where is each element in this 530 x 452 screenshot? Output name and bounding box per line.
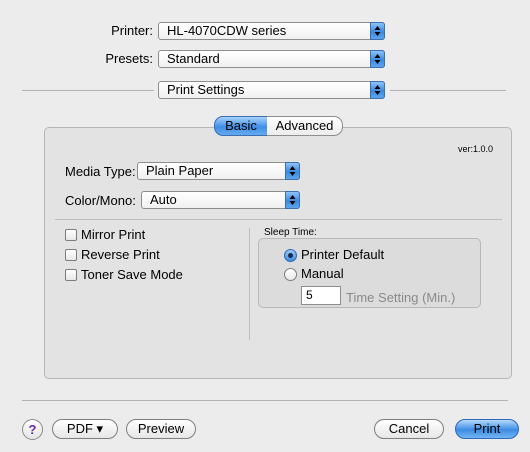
- mirror-print-checkbox[interactable]: [65, 229, 77, 241]
- tab-basic[interactable]: Basic: [214, 116, 268, 136]
- toner-save-checkbox[interactable]: [65, 269, 77, 281]
- print-button[interactable]: Print: [455, 419, 519, 439]
- presets-value: Standard: [167, 51, 220, 66]
- popup-arrows-icon: [370, 81, 385, 99]
- mirror-print-label: Mirror Print: [81, 227, 146, 242]
- separator-left: [22, 90, 154, 91]
- toner-save-label: Toner Save Mode: [81, 267, 183, 282]
- reverse-print-label: Reverse Print: [81, 247, 160, 262]
- printer-value: HL-4070CDW series: [167, 23, 287, 38]
- color-mono-label: Color/Mono:: [65, 193, 136, 208]
- popup-arrows-icon: [370, 22, 385, 40]
- color-mono-popup[interactable]: Auto: [141, 191, 300, 209]
- time-setting-label: Time Setting (Min.): [346, 290, 456, 305]
- presets-popup[interactable]: Standard: [158, 50, 385, 68]
- media-type-value: Plain Paper: [146, 163, 214, 178]
- time-setting-input[interactable]: 5: [301, 286, 341, 305]
- reverse-print-checkbox[interactable]: [65, 249, 77, 261]
- version-label: ver:1.0.0: [458, 144, 494, 154]
- presets-label: Presets:: [105, 51, 153, 66]
- tab-advanced[interactable]: Advanced: [267, 116, 343, 136]
- media-type-popup[interactable]: Plain Paper: [137, 162, 300, 180]
- help-button[interactable]: ?: [22, 419, 43, 440]
- printer-default-label: Printer Default: [301, 247, 385, 262]
- popup-arrows-icon: [370, 50, 385, 68]
- footer-separator: [22, 400, 508, 401]
- preview-button[interactable]: Preview: [126, 419, 196, 439]
- vertical-separator: [249, 228, 250, 340]
- printer-default-radio[interactable]: [284, 249, 297, 262]
- media-type-label: Media Type:: [65, 164, 136, 179]
- printer-label: Printer:: [111, 23, 153, 38]
- pdf-button[interactable]: PDF ▾: [52, 419, 118, 439]
- popup-arrows-icon: [285, 162, 300, 180]
- printer-popup[interactable]: HL-4070CDW series: [158, 22, 385, 40]
- cancel-button[interactable]: Cancel: [374, 419, 444, 439]
- manual-radio[interactable]: [284, 268, 297, 281]
- panel-value: Print Settings: [167, 82, 245, 97]
- separator-right: [390, 90, 506, 91]
- inner-separator: [55, 219, 502, 220]
- sleep-time-title: Sleep Time:: [264, 227, 317, 238]
- color-mono-value: Auto: [150, 192, 177, 207]
- popup-arrows-icon: [285, 191, 300, 209]
- panel-popup[interactable]: Print Settings: [158, 81, 385, 99]
- manual-label: Manual: [301, 266, 344, 281]
